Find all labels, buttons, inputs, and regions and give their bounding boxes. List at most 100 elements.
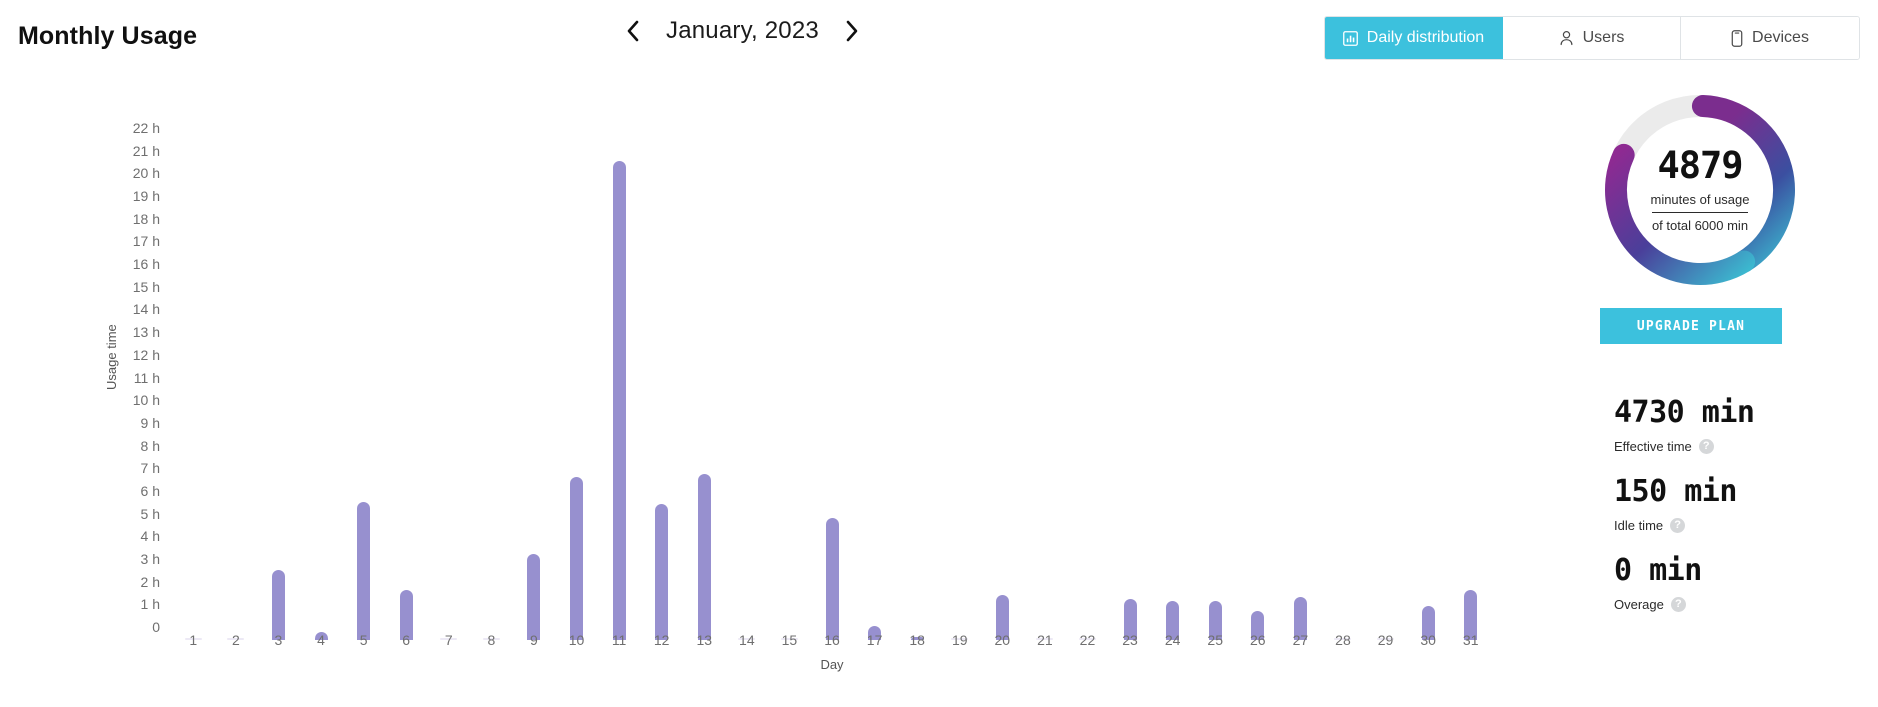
bar-slot[interactable] [300,93,342,640]
x-tick-label: 17 [866,632,883,648]
x-tick-label: 24 [1164,632,1181,648]
tab-users[interactable]: Users [1503,17,1681,59]
bar[interactable] [570,476,584,640]
y-tick-label: 19 h [132,188,160,205]
bar-slot[interactable] [343,93,385,640]
donut-divider [1652,212,1748,213]
bar-slot[interactable] [1194,93,1236,640]
y-tick-label: 6 h [140,482,160,499]
current-period-label: January, 2023 [666,17,819,44]
y-tick-label: 12 h [132,346,160,363]
y-axis-title: Usage time [104,324,119,390]
bar-slot[interactable] [470,93,512,640]
bar-slot[interactable] [598,93,640,640]
x-tick-label: 9 [530,632,538,648]
user-icon [1559,30,1574,46]
x-tick-label: 30 [1420,632,1436,648]
x-tick-label: 8 [487,632,496,648]
bar-slot[interactable] [1109,93,1151,640]
x-tick-label: 27 [1292,632,1309,648]
x-tick-label: 6 [402,632,411,648]
bar[interactable] [271,569,285,640]
x-tick-label: 29 [1377,632,1394,648]
y-tick-label: 1 h [140,596,160,613]
daily-distribution-chart: Usage time 22 h 21 h 20 h 19 h 18 h 17 h 16 h1… [0,80,1520,700]
bar[interactable] [527,553,541,640]
usage-donut-chart: 4879 minutes of usage of total 6000 min [1600,90,1800,290]
bar-slot[interactable] [257,93,299,640]
bar[interactable] [697,474,711,640]
help-circle-icon[interactable]: ? [1670,518,1686,533]
bar-slot[interactable] [896,93,938,640]
bar-slot[interactable] [215,93,257,640]
x-tick-label: 18 [909,632,925,648]
stat-overage: 0 min Overage ? [1614,556,1864,612]
stat-value: 0 min [1614,553,1702,588]
x-tick-label: 12 [653,632,670,648]
x-axis-title: Day [820,657,844,672]
x-tick-label: 25 [1207,632,1223,648]
upgrade-plan-button[interactable]: UPGRADE PLAN [1600,308,1782,344]
x-tick-label: 16 [824,632,840,648]
donut-total-text: of total 6000 min [1651,218,1749,233]
device-icon [1731,29,1743,47]
x-tick-label: 22 [1079,632,1096,648]
y-tick-label: 22 h [132,120,160,136]
y-tick-label: 8 h [140,437,160,454]
bar-slot[interactable] [1407,93,1449,640]
x-tick-label: 31 [1462,632,1479,648]
y-tick-label: 3 h [140,550,160,567]
bar[interactable] [825,517,839,640]
stat-value: 4730 min [1614,395,1755,430]
x-tick-label: 20 [994,632,1011,648]
bar-chart-icon [1342,30,1358,46]
bar-slot[interactable] [811,93,853,640]
bar-slot[interactable] [641,93,683,640]
x-tick-label: 23 [1122,632,1138,648]
tab-daily-distribution[interactable]: Daily distribution [1325,17,1503,59]
chevron-left-icon[interactable] [620,14,646,48]
date-navigator: January, 2023 [620,14,865,48]
y-tick-label: 17 h [132,233,160,250]
bar-slot[interactable] [428,93,470,640]
bar-slot[interactable] [1450,93,1492,640]
y-tick-label: 11 h [133,369,160,386]
bar-slot[interactable] [854,93,896,640]
bar[interactable] [655,503,669,640]
stat-label: Overage [1614,597,1664,612]
chevron-right-icon[interactable] [839,14,865,48]
bar[interactable] [612,161,626,640]
x-tick-label: 5 [359,632,368,648]
bar-slot[interactable] [1024,93,1066,640]
bar-slot[interactable] [981,93,1023,640]
bar-slot[interactable] [683,93,725,640]
y-tick-label: 2 h [140,573,160,590]
bar-slot[interactable] [1237,93,1279,640]
bar-slot[interactable] [513,93,555,640]
x-tick-label: 21 [1037,632,1053,648]
y-tick-label: 21 h [132,142,160,159]
help-circle-icon[interactable]: ? [1670,597,1686,612]
bar-slot[interactable] [556,93,598,640]
bar[interactable] [357,501,371,640]
y-tick-label: 0 [152,619,160,635]
bar-slot[interactable] [1279,93,1321,640]
bar-slot[interactable] [768,93,810,640]
plot-area [172,80,1492,640]
bar-slot[interactable] [1365,93,1407,640]
tab-devices[interactable]: Devices [1681,17,1859,59]
x-tick-label: 14 [739,632,755,648]
y-tick-label: 20 h [132,165,160,182]
help-circle-icon[interactable]: ? [1698,439,1714,454]
bar-slot[interactable] [939,93,981,640]
bar-slot[interactable] [1152,93,1194,640]
stat-label: Effective time [1614,439,1692,454]
bar-slot[interactable] [1066,93,1108,640]
bar-slot[interactable] [385,93,427,640]
x-tick-label: 10 [568,632,585,648]
bar-slot[interactable] [172,93,214,640]
bar-slot[interactable] [726,93,768,640]
y-axis-ticks: 22 h 21 h 20 h 19 h 18 h 17 h 16 h 15 h 14 h 13 h… [118,80,160,640]
bar-slot[interactable] [1322,93,1364,640]
page-title: Monthly Usage [18,22,198,50]
